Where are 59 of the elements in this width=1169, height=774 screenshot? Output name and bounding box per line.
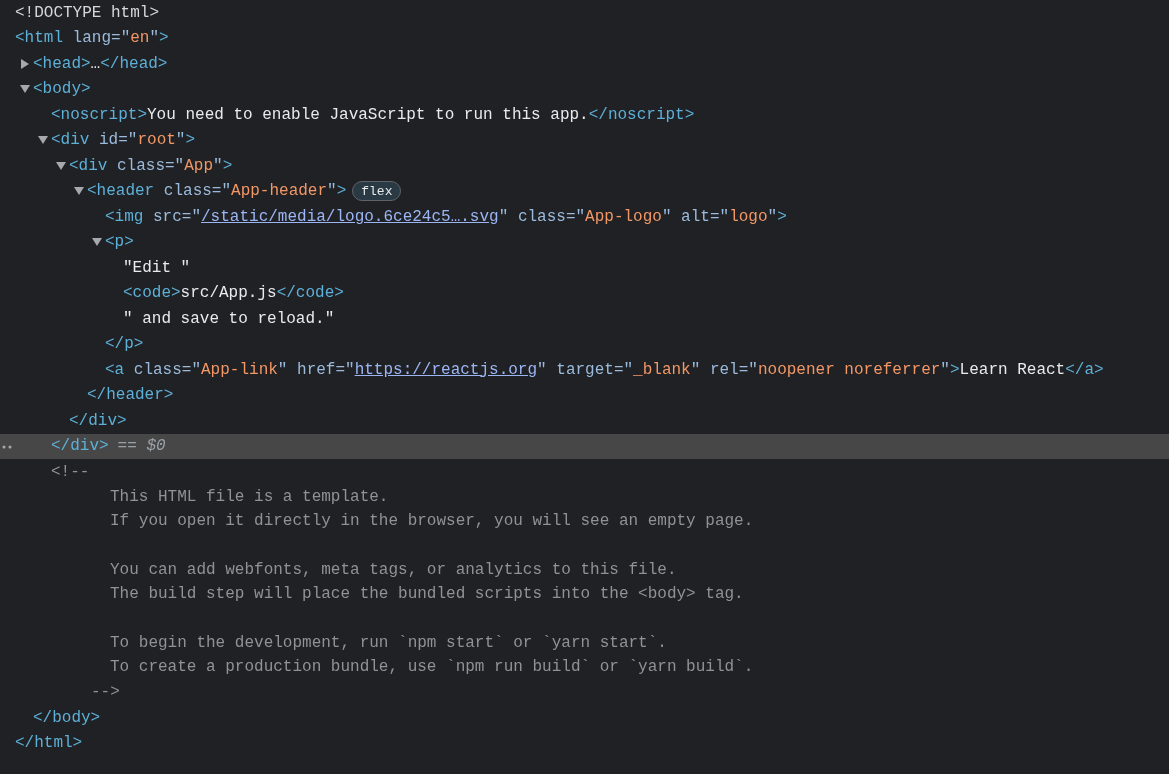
tree-row[interactable]: "Edit "	[0, 255, 1169, 281]
code-line[interactable]: </body>	[33, 705, 101, 730]
comment-line: This HTML file is a template.	[110, 486, 389, 508]
triangle-down-icon[interactable]	[37, 136, 48, 145]
code-line[interactable]: <code>src/App.js</code>	[123, 281, 344, 306]
link[interactable]: /static/media/logo.6ce24c5….svg	[201, 207, 499, 226]
tree-row[interactable]: </body>	[0, 705, 1169, 731]
comment-line: You can add webfonts, meta tags, or analytics to this file.	[110, 559, 677, 581]
code-line[interactable]: <div id="root">	[51, 128, 196, 153]
code-line[interactable]: <body>	[33, 77, 91, 102]
tree-row[interactable]: <a class="App-link" href="https://reactjs.org" target="_blank" rel="noopener noreferrer">Learn React</a>	[0, 357, 1169, 383]
comment-line: The build step will place the bundled scripts into the <body> tag.	[110, 584, 744, 606]
tree-row[interactable]: </html>	[0, 730, 1169, 756]
tree-row[interactable]: <header class="App-header"> flex	[0, 178, 1169, 204]
flex-badge[interactable]: flex	[352, 181, 402, 202]
code-line[interactable]: <header class="App-header">	[87, 179, 347, 204]
tree-row[interactable]: <img src="/static/media/logo.6ce24c5….svg" class="App-logo" alt="logo">	[0, 204, 1169, 230]
tree-row[interactable]: <code>src/App.js</code>	[0, 280, 1169, 306]
code-line[interactable]: </div>	[69, 408, 127, 433]
tree-row[interactable]: </div>	[0, 408, 1169, 434]
link[interactable]: https://reactjs.org	[354, 360, 538, 379]
tree-row[interactable]: <p>	[0, 229, 1169, 255]
code-line[interactable]: </p>	[105, 332, 144, 357]
tree-row[interactable]: </p>	[0, 331, 1169, 357]
tree-row[interactable]: </header>	[0, 382, 1169, 408]
triangle-down-icon[interactable]	[91, 238, 102, 247]
code-line[interactable]: <noscript>You need to enable JavaScript to run this app.</noscript>	[51, 102, 695, 127]
triangle-down-icon[interactable]	[55, 161, 66, 170]
tree-row[interactable]: <head>…</head>	[0, 51, 1169, 77]
tree-row[interactable]: <body>	[0, 76, 1169, 102]
tree-row[interactable]: <div id="root">	[0, 127, 1169, 153]
comment-line: To create a production bundle, use `npm run build` or `yarn build`.	[110, 657, 754, 679]
tree-row[interactable]: <html lang="en">	[0, 25, 1169, 51]
code-line[interactable]: "Edit "	[123, 255, 191, 280]
triangle-down-icon[interactable]	[73, 187, 84, 196]
code-line[interactable]: " and save to reload."	[123, 306, 335, 331]
code-line[interactable]: <img src="/static/media/logo.6ce24c5….svg" class="App-logo" alt="logo">	[105, 204, 787, 229]
console-reference: == $0	[117, 436, 166, 458]
code-line[interactable]: </header>	[87, 383, 174, 408]
code-line[interactable]: <!DOCTYPE html>	[15, 0, 160, 25]
dots-icon[interactable]	[2, 444, 12, 449]
code-line[interactable]: <p>	[105, 230, 134, 255]
comment-line: To begin the development, run `npm start` or `yarn start`.	[110, 632, 667, 654]
triangle-right-icon[interactable]	[20, 58, 29, 69]
code-line[interactable]: <html lang="en">	[15, 26, 169, 51]
code-line[interactable]: </html>	[15, 731, 83, 756]
comment-line: If you open it directly in the browser, you will see an empty page.	[110, 511, 754, 533]
tree-row[interactable]: <div class="App">	[0, 153, 1169, 179]
tree-row[interactable]: " and save to reload."	[0, 306, 1169, 332]
tree-row[interactable]: <!DOCTYPE html>	[0, 0, 1169, 26]
tree-row[interactable]: </div> == $0	[0, 433, 1169, 459]
tree-row[interactable]: <noscript>You need to enable JavaScript to run this app.</noscript>	[0, 102, 1169, 128]
triangle-down-icon[interactable]	[19, 85, 30, 94]
code-line[interactable]: </div>	[51, 434, 109, 459]
code-line[interactable]: <head>…</head>	[33, 51, 168, 76]
code-line[interactable]: <div class="App">	[69, 153, 233, 178]
comment-open: <!--	[51, 461, 90, 483]
code-line[interactable]: <a class="App-link" href="https://reactjs.org" target="_blank" rel="noopener noreferrer">Learn React</a>	[105, 357, 1104, 382]
comment-close: -->	[91, 682, 120, 704]
